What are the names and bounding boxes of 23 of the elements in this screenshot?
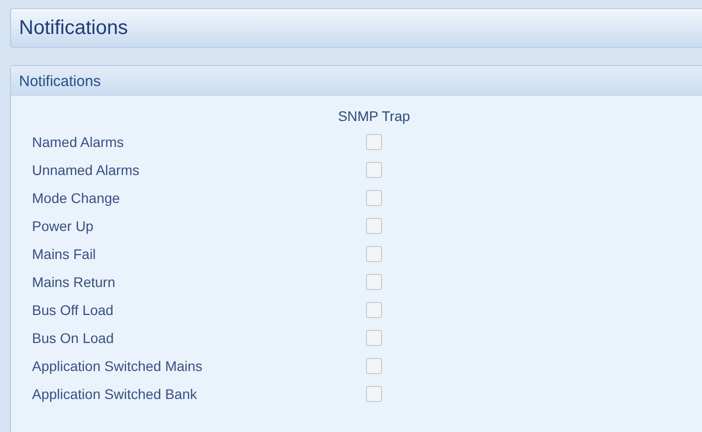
row-label: Bus Off Load	[32, 301, 114, 320]
page-title: Notifications	[19, 16, 128, 40]
checkbox[interactable]	[366, 330, 382, 346]
row-label: Mains Fail	[32, 245, 97, 264]
row-label: Mode Change	[32, 189, 121, 208]
row-label: Application Switched Mains	[32, 357, 204, 376]
checkbox[interactable]	[366, 218, 382, 234]
checkbox[interactable]	[366, 386, 382, 402]
row-label: Unnamed Alarms	[32, 161, 140, 180]
panel-title: Notifications	[19, 72, 101, 90]
row-label: Named Alarms	[32, 133, 125, 152]
checkbox[interactable]	[366, 134, 382, 150]
row-label: Application Switched Bank	[32, 385, 198, 404]
column-header: SNMP Trap	[336, 108, 412, 126]
checkbox[interactable]	[366, 246, 382, 262]
checkbox[interactable]	[366, 302, 382, 318]
row-label: Bus On Load	[32, 329, 115, 348]
row-label: Power Up	[32, 217, 94, 236]
checkbox[interactable]	[366, 274, 382, 290]
checkbox[interactable]	[366, 358, 382, 374]
row-label: Mains Return	[32, 273, 116, 292]
checkbox[interactable]	[366, 162, 382, 178]
checkbox[interactable]	[366, 190, 382, 206]
